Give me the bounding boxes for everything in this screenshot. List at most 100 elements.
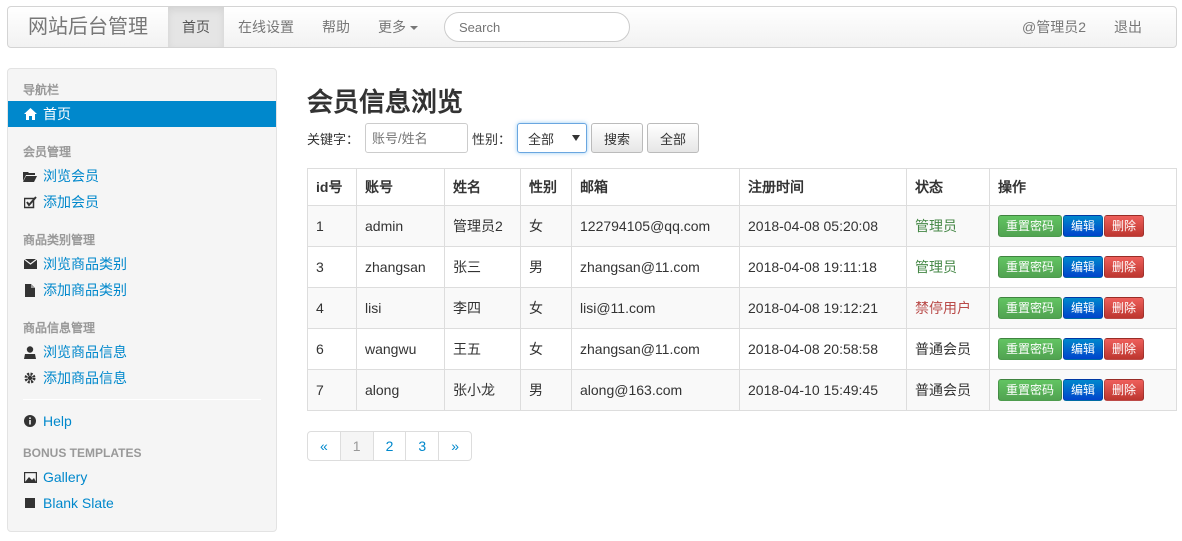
page-3[interactable]: 3 (405, 432, 438, 460)
edit-button[interactable]: 编辑 (1063, 338, 1104, 360)
cell-status: 普通会员 (906, 369, 990, 411)
sidebar-item-home[interactable]: 首页 (8, 101, 276, 127)
cell-ops: 重置密码 编辑 删除 (989, 328, 1177, 370)
edit-button[interactable]: 编辑 (1063, 215, 1104, 237)
cell-id: 7 (307, 369, 357, 411)
page-prev[interactable]: « (308, 432, 340, 460)
delete-button[interactable]: 删除 (1104, 297, 1145, 319)
search-button[interactable]: 搜索 (591, 123, 644, 153)
cell-reg-time: 2018-04-08 20:58:58 (739, 328, 907, 370)
search-input[interactable] (444, 12, 630, 42)
edit-button[interactable]: 编辑 (1063, 297, 1104, 319)
reset-password-button[interactable]: 重置密码 (998, 256, 1063, 278)
sidebar-item-gallery-label: Gallery (43, 469, 88, 485)
sidebar-item-blank-slate[interactable]: Blank Slate (8, 490, 276, 516)
sidebar-item-add-member[interactable]: 添加会员 (8, 189, 276, 215)
cell-id: 6 (307, 328, 357, 370)
logout-link[interactable]: 退出 (1100, 7, 1176, 47)
sidebar-header-nav: 导航栏 (23, 83, 60, 97)
delete-button[interactable]: 删除 (1104, 379, 1145, 401)
cell-email: zhangsan@11.com (571, 328, 740, 370)
cell-gender: 男 (520, 369, 572, 411)
edit-button[interactable]: 编辑 (1063, 379, 1104, 401)
gender-select-value: 全部 (528, 131, 555, 147)
brand-title[interactable]: 网站后台管理 (8, 7, 168, 47)
sidebar-item-add-goods-label: 添加商品信息 (43, 370, 127, 386)
sidebar-item-browse-category-label: 浏览商品类别 (43, 256, 127, 272)
cell-ops: 重置密码 编辑 删除 (989, 287, 1177, 329)
delete-button[interactable]: 删除 (1104, 215, 1145, 237)
cell-email: zhangsan@11.com (571, 246, 740, 288)
nav-item-home[interactable]: 首页 (168, 7, 224, 47)
cell-reg-time: 2018-04-08 19:12:21 (739, 287, 907, 329)
delete-button[interactable]: 删除 (1104, 338, 1145, 360)
cell-reg-time: 2018-04-08 05:20:08 (739, 205, 907, 247)
sidebar-header-goods: 商品信息管理 (23, 321, 96, 335)
reset-password-button[interactable]: 重置密码 (998, 297, 1063, 319)
reset-password-button[interactable]: 重置密码 (998, 215, 1063, 237)
cell-gender: 女 (520, 287, 572, 329)
folder-open-icon (23, 169, 37, 183)
col-gender: 性别 (520, 168, 572, 206)
top-navbar: 网站后台管理 首页 在线设置 帮助 更多 @管理员2 退出 (7, 6, 1177, 48)
col-ops: 操作 (989, 168, 1177, 206)
cell-account: admin (356, 205, 445, 247)
cell-gender: 男 (520, 246, 572, 288)
gender-select[interactable]: 全部 (517, 123, 588, 153)
col-name: 姓名 (444, 168, 521, 206)
page-1[interactable]: 1 (339, 432, 373, 460)
col-account: 账号 (356, 168, 445, 206)
cell-account: zhangsan (356, 246, 445, 288)
table-row: 3 zhangsan 张三男 zhangsan@11.com 2018-04-08 19… (307, 246, 1177, 288)
reset-password-button[interactable]: 重置密码 (998, 379, 1063, 401)
col-reg-time: 注册时间 (739, 168, 907, 206)
delete-button[interactable]: 删除 (1104, 256, 1145, 278)
reset-password-button[interactable]: 重置密码 (998, 338, 1063, 360)
sidebar-item-browse-category[interactable]: 浏览商品类别 (8, 251, 276, 277)
page-title: 会员信息浏览 (307, 87, 464, 117)
show-all-button[interactable]: 全部 (647, 123, 700, 153)
sidebar-item-help[interactable]: Help (8, 408, 276, 434)
col-email: 邮箱 (571, 168, 740, 206)
picture-icon (23, 470, 37, 484)
cell-email: along@163.com (571, 369, 740, 411)
file-icon (23, 283, 37, 297)
cell-reg-time: 2018-04-10 15:49:45 (739, 369, 907, 411)
gender-label: 性别： (472, 131, 512, 147)
page-next[interactable]: » (438, 432, 471, 460)
table-row: 4 lisi 李四女 lisi@11.com 2018-04-08 19:12:21 禁停… (307, 287, 1177, 329)
cell-id: 3 (307, 246, 357, 288)
nav-item-help[interactable]: 帮助 (308, 7, 364, 47)
page-2[interactable]: 2 (372, 432, 406, 460)
sidebar-item-browse-goods-label: 浏览商品信息 (43, 344, 127, 360)
sidebar-item-browse-goods[interactable]: 浏览商品信息 (8, 339, 276, 365)
keyword-input[interactable] (365, 123, 469, 153)
user-icon (23, 345, 37, 359)
sidebar-item-blank-slate-label: Blank Slate (43, 495, 114, 511)
cell-account: along (356, 369, 445, 411)
cell-gender: 女 (520, 205, 572, 247)
cell-id: 4 (307, 287, 357, 329)
pagination: « 1 2 3 » (307, 431, 472, 461)
cell-reg-time: 2018-04-08 19:11:18 (739, 246, 907, 288)
sidebar-item-browse-member[interactable]: 浏览会员 (8, 163, 276, 189)
cell-ops: 重置密码 编辑 删除 (989, 205, 1177, 247)
sidebar-item-add-category[interactable]: 添加商品类别 (8, 277, 276, 303)
sidebar-item-add-category-label: 添加商品类别 (43, 282, 127, 298)
cell-id: 1 (307, 205, 357, 247)
stop-square-icon (23, 496, 37, 510)
user-link[interactable]: @管理员2 (1008, 7, 1100, 47)
sidebar-item-add-member-label: 添加会员 (43, 194, 99, 210)
cell-ops: 重置密码 编辑 删除 (989, 369, 1177, 411)
nav-item-settings[interactable]: 在线设置 (224, 7, 308, 47)
cell-name: 管理员2 (444, 205, 521, 247)
sidebar-header-category: 商品类别管理 (23, 233, 96, 247)
nav-item-more[interactable]: 更多 (364, 7, 432, 47)
sidebar-header-member: 会员管理 (23, 145, 72, 159)
sidebar-item-add-goods[interactable]: 添加商品信息 (8, 365, 276, 391)
filter-bar: 关键字： 性别： 全部 搜索 全部 (307, 122, 1177, 154)
sidebar: 导航栏 首页 会员管理 浏览会员 添加会员 商品类别管理 浏览商品类别 添加商品… (7, 68, 277, 532)
sidebar-item-gallery[interactable]: Gallery (8, 464, 276, 490)
envelope-icon (23, 257, 37, 271)
edit-button[interactable]: 编辑 (1063, 256, 1104, 278)
